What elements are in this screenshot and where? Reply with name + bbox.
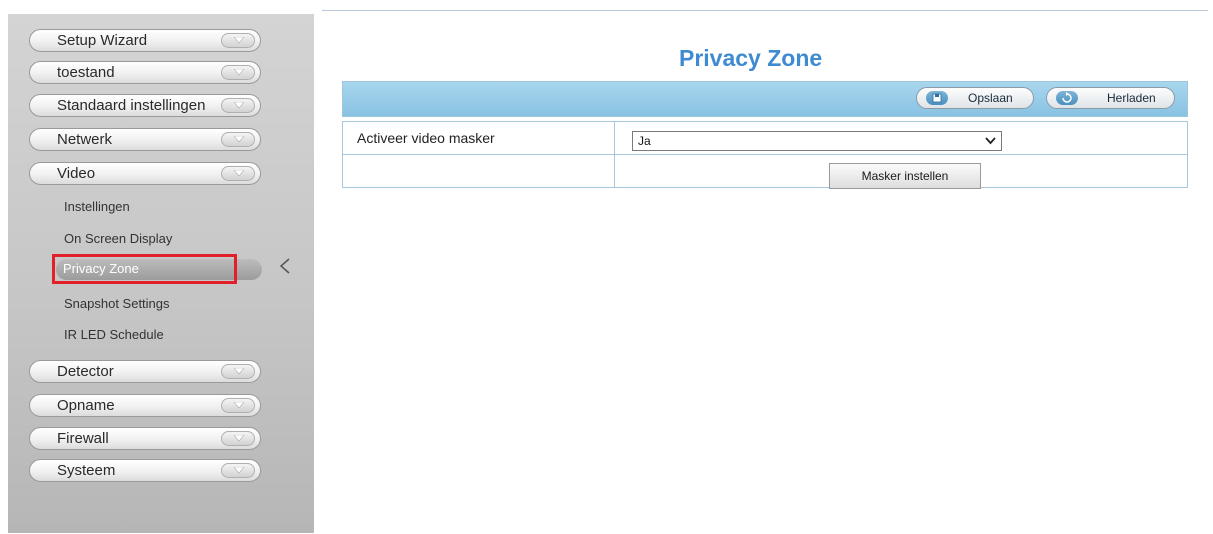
submenu-instellingen[interactable]: Instellingen bbox=[64, 199, 130, 214]
save-icon bbox=[926, 91, 948, 105]
menu-firewall[interactable]: Firewall bbox=[29, 427, 261, 450]
mask-label: Activeer video masker bbox=[342, 121, 615, 155]
menu-opname[interactable]: Opname bbox=[29, 394, 261, 417]
pointer-arrow-icon bbox=[279, 258, 290, 274]
toolbar: Opslaan Herladen bbox=[342, 81, 1188, 117]
save-button[interactable]: Opslaan bbox=[916, 87, 1034, 109]
menu-label: Standaard instellingen bbox=[57, 97, 206, 114]
reload-icon bbox=[1056, 91, 1078, 105]
menu-label: Setup Wizard bbox=[57, 32, 148, 49]
save-label: Opslaan bbox=[968, 91, 1013, 105]
empty-label-cell bbox=[342, 154, 615, 188]
chevron-down-icon bbox=[221, 463, 255, 478]
reload-label: Herladen bbox=[1107, 91, 1156, 105]
menu-label: Netwerk bbox=[57, 131, 113, 148]
top-divider bbox=[322, 10, 1208, 11]
menu-label: Detector bbox=[57, 363, 114, 380]
table-row bbox=[342, 154, 1188, 188]
dropdown-arrow-icon bbox=[985, 137, 996, 145]
submenu-on-screen-display[interactable]: On Screen Display bbox=[64, 231, 172, 246]
menu-label: Firewall bbox=[57, 430, 109, 447]
submenu-snapshot-settings[interactable]: Snapshot Settings bbox=[64, 296, 170, 311]
menu-video[interactable]: Video bbox=[29, 162, 261, 185]
mask-select-value: Ja bbox=[638, 134, 651, 148]
chevron-down-icon bbox=[221, 65, 255, 80]
menu-toestand[interactable]: toestand bbox=[29, 61, 261, 84]
mask-select[interactable]: Ja bbox=[632, 131, 1002, 151]
menu-netwerk[interactable]: Netwerk bbox=[29, 128, 261, 151]
menu-standaard-instellingen[interactable]: Standaard instellingen bbox=[29, 94, 261, 117]
menu-label: Systeem bbox=[57, 462, 116, 479]
menu-label: Opname bbox=[57, 397, 115, 414]
chevron-down-icon bbox=[221, 398, 255, 413]
submenu-ir-led-schedule[interactable]: IR LED Schedule bbox=[64, 327, 164, 342]
menu-setup-wizard[interactable]: Setup Wizard bbox=[29, 29, 261, 52]
highlight-box bbox=[52, 254, 237, 284]
chevron-down-icon bbox=[221, 364, 255, 379]
menu-label: Video bbox=[57, 165, 96, 182]
reload-button[interactable]: Herladen bbox=[1046, 87, 1175, 109]
chevron-down-icon bbox=[221, 166, 255, 181]
chevron-down-icon bbox=[221, 33, 255, 48]
menu-systeem[interactable]: Systeem bbox=[29, 459, 261, 482]
menu-detector[interactable]: Detector bbox=[29, 360, 261, 383]
chevron-down-icon bbox=[221, 431, 255, 446]
mask-settings-button[interactable]: Masker instellen bbox=[829, 163, 981, 189]
chevron-down-icon bbox=[221, 132, 255, 147]
chevron-down-icon bbox=[221, 98, 255, 113]
page-title: Privacy Zone bbox=[679, 45, 823, 71]
menu-label: toestand bbox=[57, 64, 115, 81]
